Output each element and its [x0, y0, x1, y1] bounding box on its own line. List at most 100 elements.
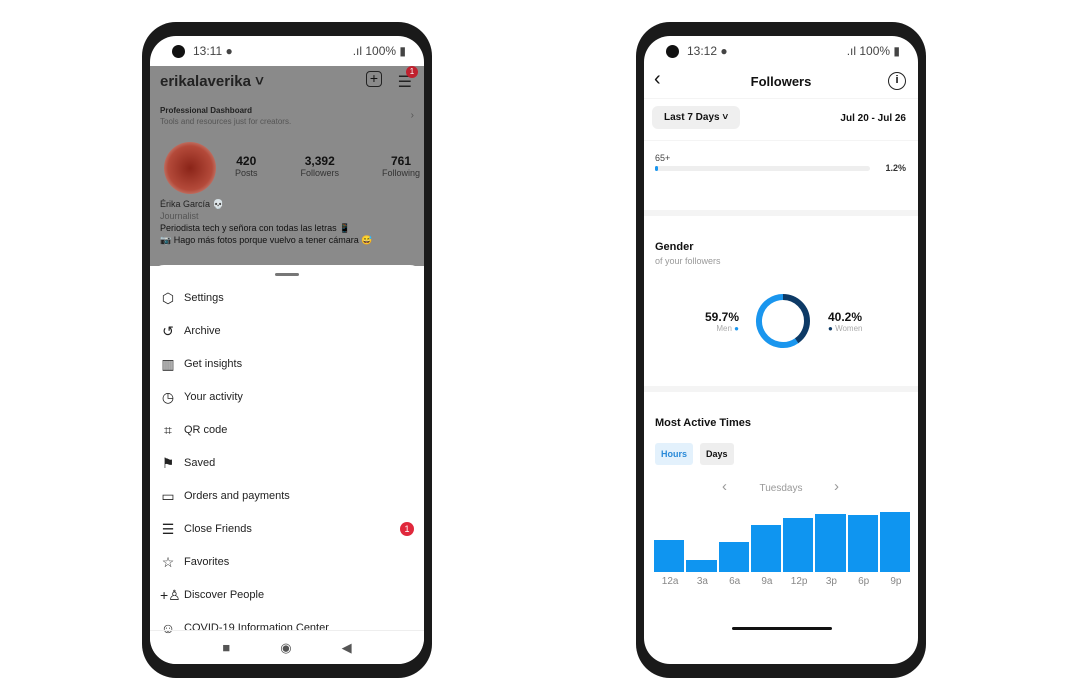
menu-badge: 1 — [406, 66, 418, 78]
menu-item-your-activity[interactable]: ◷ Your activity — [160, 384, 414, 410]
donut-men-segment — [756, 294, 810, 348]
date-range-dropdown[interactable]: Last 7 Days ˅ — [652, 106, 741, 129]
bio-line: 📷 Hago más fotos porque vuelvo a tener c… — [160, 235, 373, 245]
date-range: Jul 20 - Jul 26 — [840, 113, 906, 124]
menu-item-label: Get insights — [184, 358, 243, 370]
dashboard-subtitle: Tools and resources just for creators. — [160, 117, 292, 126]
stat-followers[interactable]: 3,392 Followers — [300, 154, 339, 178]
status-bar: 13:12 ● .ıl 100% ▮ — [644, 36, 918, 66]
add-person-icon: +♙ — [160, 586, 181, 603]
menu-item-label: QR code — [184, 424, 228, 436]
status-time: 13:11 — [193, 44, 223, 58]
bar-9p[interactable] — [879, 511, 910, 572]
menu-item-saved[interactable]: ⚑ Saved — [160, 450, 414, 476]
gender-donut — [756, 294, 810, 348]
menu-item-archive[interactable]: ↺ Archive — [160, 318, 414, 344]
profile-stats: 420 Posts 3,392 Followers 761 Following — [235, 154, 420, 178]
chevron-right-icon[interactable]: › — [411, 110, 414, 121]
women-stat: 40.2% ● Women — [828, 310, 863, 333]
battery-level: 100% — [859, 44, 891, 58]
drag-handle[interactable] — [275, 273, 299, 276]
page-title: Followers — [750, 74, 812, 89]
home-indicator[interactable] — [732, 627, 832, 630]
age-bar — [655, 166, 870, 171]
bar-3a[interactable] — [686, 559, 717, 572]
menu-item-favorites[interactable]: ☆ Favorites — [160, 549, 414, 575]
menu-item-badge: 1 — [400, 522, 414, 536]
battery-level: 100% — [365, 44, 397, 58]
next-day-icon[interactable]: › — [834, 478, 839, 495]
menu-item-label: Your activity — [184, 391, 243, 403]
age-value: 1.2% — [885, 163, 906, 173]
age-label: 65+ — [655, 153, 671, 163]
menu-item-label: Favorites — [184, 556, 230, 568]
menu-item-label: Saved — [184, 457, 216, 469]
profile-background: erikalaverika ˅ + ☰ 1 Professional Dashb… — [150, 66, 424, 266]
stat-posts[interactable]: 420 Posts — [235, 154, 258, 178]
display-name: Érika García 💀 — [160, 199, 224, 209]
left-phone: 13:11 ● .ıl 100% ▮ erikalaverika ˅ + ☰ 1 … — [142, 22, 432, 678]
gender-title: Gender — [655, 241, 694, 253]
activity-icon: ◷ — [161, 388, 175, 405]
bio-line: Periodista tech y señora con todas las l… — [160, 223, 351, 233]
tab-days[interactable]: Days — [700, 443, 734, 465]
chart-x-labels: 12a 3a 6a 9a 12p 3p 6p 9p — [654, 576, 912, 590]
x-tick-label: 3a — [696, 576, 708, 587]
star-icon: ☆ — [161, 553, 175, 570]
bar-6a[interactable] — [718, 542, 749, 572]
settings-icon: ⬡ — [161, 289, 175, 306]
menu-item-settings[interactable]: ⬡ Settings — [160, 285, 414, 311]
x-tick-label: 6a — [729, 576, 741, 587]
stat-following[interactable]: 761 Following — [382, 154, 420, 178]
recents-icon[interactable]: ■ — [222, 640, 230, 655]
bar-6p[interactable] — [847, 514, 878, 572]
status-bar: 13:11 ● .ıl 100% ▮ — [150, 36, 424, 66]
menu-item-label: Orders and payments — [184, 490, 290, 502]
menu-item-orders-and-payments[interactable]: ▭ Orders and payments — [160, 483, 414, 509]
x-tick-label: 9p — [890, 576, 902, 587]
menu-item-qr-code[interactable]: ⌗ QR code — [160, 417, 414, 443]
gender-subtitle: of your followers — [655, 256, 721, 266]
list-icon: ☰ — [161, 520, 175, 537]
bookmark-icon: ⚑ — [161, 454, 175, 471]
menu-item-label: Discover People — [184, 589, 265, 601]
qr-code-icon: ⌗ — [164, 421, 172, 438]
x-tick-label: 12p — [790, 576, 808, 587]
menu-item-close-friends[interactable]: ☰ Close Friends 1 — [160, 516, 414, 542]
right-phone: 13:12 ● .ıl 100% ▮ ‹ Followers i Last 7 D… — [636, 22, 926, 678]
card-icon: ▭ — [161, 487, 175, 504]
menu-item-discover-people[interactable]: +♙ Discover People — [160, 582, 414, 608]
x-tick-label: 12a — [661, 576, 679, 587]
men-stat: 59.7% Men ● — [704, 310, 739, 333]
menu-item-label: Archive — [184, 325, 221, 337]
bar-3p[interactable] — [815, 513, 846, 572]
home-icon[interactable]: ◉ — [280, 640, 291, 656]
x-tick-label: 6p — [858, 576, 870, 587]
camera-icon — [666, 44, 679, 58]
username[interactable]: erikalaverika ˅ — [160, 73, 264, 90]
android-nav: ■ ◉ ◀ — [150, 630, 424, 664]
active-times-chart — [654, 506, 912, 572]
active-times-title: Most Active Times — [655, 417, 751, 429]
menu-item-label: Close Friends — [184, 523, 252, 535]
insights-icon: ▥ — [161, 355, 175, 372]
status-time: 13:12 — [687, 44, 718, 58]
bar-12p[interactable] — [783, 518, 814, 572]
avatar[interactable] — [164, 142, 216, 194]
menu-sheet: ⬡ Settings ↺ Archive ▥ Get insights ◷ Your acti… — [150, 265, 424, 664]
new-post-icon[interactable]: + — [366, 71, 382, 87]
camera-icon — [172, 44, 185, 58]
day-label: Tuesdays — [759, 483, 803, 494]
back-icon[interactable]: ◀ — [342, 640, 352, 656]
tab-hours[interactable]: Hours — [655, 443, 694, 465]
menu-item-get-insights[interactable]: ▥ Get insights — [160, 351, 414, 377]
info-icon[interactable]: i — [888, 72, 906, 90]
menu-item-label: Settings — [184, 292, 224, 304]
bar-12a[interactable] — [654, 540, 685, 572]
archive-icon: ↺ — [162, 322, 174, 339]
x-tick-label: 9a — [761, 576, 773, 587]
category: Journalist — [160, 211, 199, 221]
bar-9a[interactable] — [750, 524, 781, 572]
x-tick-label: 3p — [825, 576, 837, 587]
dashboard-title[interactable]: Professional Dashboard — [160, 106, 252, 115]
